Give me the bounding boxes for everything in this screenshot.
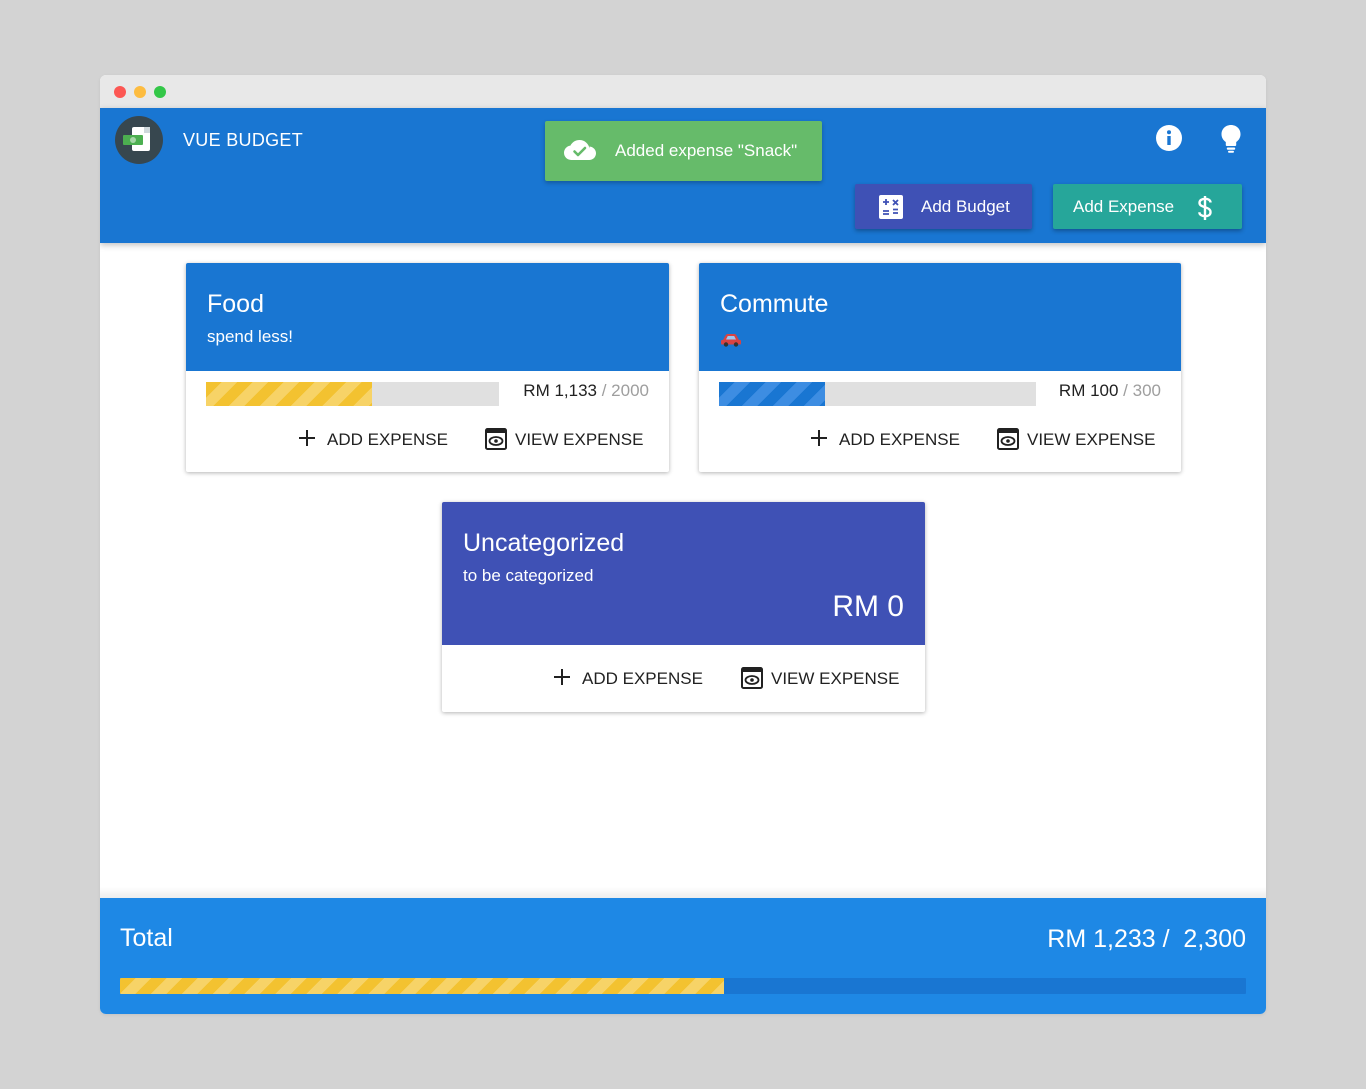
- total-footer: Total RM 1,233 / 2,300: [100, 898, 1266, 1014]
- plus-icon: [811, 430, 827, 446]
- app-header: VUE BUDGET Added expense "Snack" Add Bud…: [100, 108, 1266, 243]
- budget-card-header: Food spend less!: [186, 263, 669, 371]
- total-progress-bar: [120, 978, 1246, 994]
- dollar-icon: [1198, 196, 1212, 220]
- car-icon: [721, 334, 741, 347]
- budget-subtitle: to be categorized: [463, 566, 594, 585]
- add-expense-label: ADD EXPENSE: [839, 430, 960, 449]
- eye-window-icon: [741, 667, 763, 689]
- budget-card-header: Uncategorized to be categorized RM 0: [442, 502, 925, 645]
- window-titlebar: [100, 75, 1266, 108]
- total-progress-fill: [120, 978, 724, 994]
- budget-card-commute: Commute RM 100 / 300 ADD EXPENSE VIEW EX…: [699, 263, 1181, 472]
- budget-progress-bar: [206, 382, 499, 406]
- view-expense-label: VIEW EXPENSE: [515, 430, 644, 449]
- budget-card-header: Commute: [699, 263, 1181, 371]
- budget-limit: 2000: [611, 381, 649, 400]
- budget-title: Uncategorized: [463, 529, 625, 557]
- info-icon[interactable]: [1155, 124, 1183, 152]
- add-expense-label: Add Expense: [1073, 197, 1175, 216]
- budget-title: Commute: [720, 290, 829, 318]
- calculator-icon: [879, 195, 903, 219]
- budget-amount: RM 0: [832, 590, 904, 623]
- add-budget-button[interactable]: Add Budget: [855, 184, 1032, 229]
- eye-window-icon: [485, 428, 507, 450]
- lightbulb-icon[interactable]: [1218, 124, 1244, 154]
- toast-notification: Added expense "Snack": [545, 121, 822, 181]
- add-budget-label: Add Budget: [921, 197, 1010, 216]
- cloud-check-icon: [564, 140, 596, 160]
- eye-window-icon: [997, 428, 1019, 450]
- budget-progress-fill: [206, 382, 372, 406]
- close-window-button[interactable]: [114, 86, 126, 98]
- budget-subtitle: spend less!: [207, 327, 293, 346]
- view-expense-label: VIEW EXPENSE: [1027, 430, 1156, 449]
- app-title: VUE BUDGET: [183, 130, 304, 150]
- budget-spent: RM 100: [1058, 381, 1119, 400]
- budget-card-uncategorized: Uncategorized to be categorized RM 0 ADD…: [442, 502, 925, 712]
- plus-icon: [554, 669, 570, 685]
- budget-amount: RM 100 / 300: [1059, 381, 1161, 401]
- budget-title: Food: [207, 290, 264, 318]
- budget-card-actions: ADD EXPENSE VIEW EXPENSE: [699, 427, 1181, 453]
- total-amount: RM 1,233 / 2,300: [1047, 925, 1246, 953]
- minimize-window-button[interactable]: [134, 86, 146, 98]
- add-expense-header-button[interactable]: Add Expense: [1053, 184, 1242, 229]
- budget-card-actions: ADD EXPENSE VIEW EXPENSE: [186, 427, 669, 453]
- budget-progress-fill: [719, 382, 825, 406]
- app-window: VUE BUDGET Added expense "Snack" Add Bud…: [100, 75, 1266, 1014]
- toast-message: Added expense "Snack": [615, 141, 798, 160]
- add-expense-label: ADD EXPENSE: [582, 669, 703, 688]
- view-expense-label: VIEW EXPENSE: [771, 669, 900, 688]
- budget-progress-bar: [719, 382, 1036, 406]
- budget-separator: /: [597, 381, 612, 400]
- plus-icon: [299, 430, 315, 446]
- budget-card-actions: ADD EXPENSE VIEW EXPENSE: [442, 666, 925, 692]
- budget-amount: RM 1,133 / 2000: [523, 381, 649, 401]
- budget-card-food: Food spend less! RM 1,133 / 2000 ADD EXP…: [186, 263, 669, 472]
- budget-spent: RM 1,133: [523, 381, 597, 400]
- app-logo: [115, 116, 163, 164]
- add-expense-label: ADD EXPENSE: [327, 430, 448, 449]
- budget-limit: 300: [1132, 381, 1161, 400]
- maximize-window-button[interactable]: [154, 86, 166, 98]
- total-label: Total: [120, 924, 173, 952]
- budget-separator: /: [1118, 381, 1133, 400]
